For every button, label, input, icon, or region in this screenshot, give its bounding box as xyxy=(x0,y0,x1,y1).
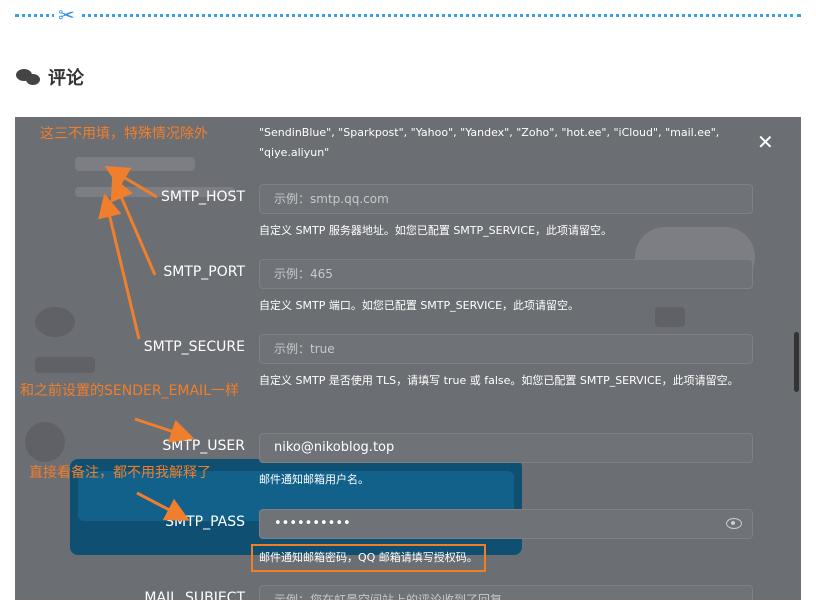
settings-screenshot: ✕ "SendinBlue", "Sparkpost", "Yahoo", "Y… xyxy=(15,117,801,600)
chat-icon xyxy=(16,67,42,87)
scissors-icon: ✂ xyxy=(54,4,79,26)
annotation-arrows xyxy=(98,165,195,521)
comments-heading: 评论 xyxy=(16,64,84,90)
arrow-port xyxy=(110,175,157,276)
arrow-pass xyxy=(136,491,190,521)
comments-title: 评论 xyxy=(48,68,84,89)
top-divider xyxy=(15,14,801,19)
arrow-user xyxy=(134,417,195,443)
